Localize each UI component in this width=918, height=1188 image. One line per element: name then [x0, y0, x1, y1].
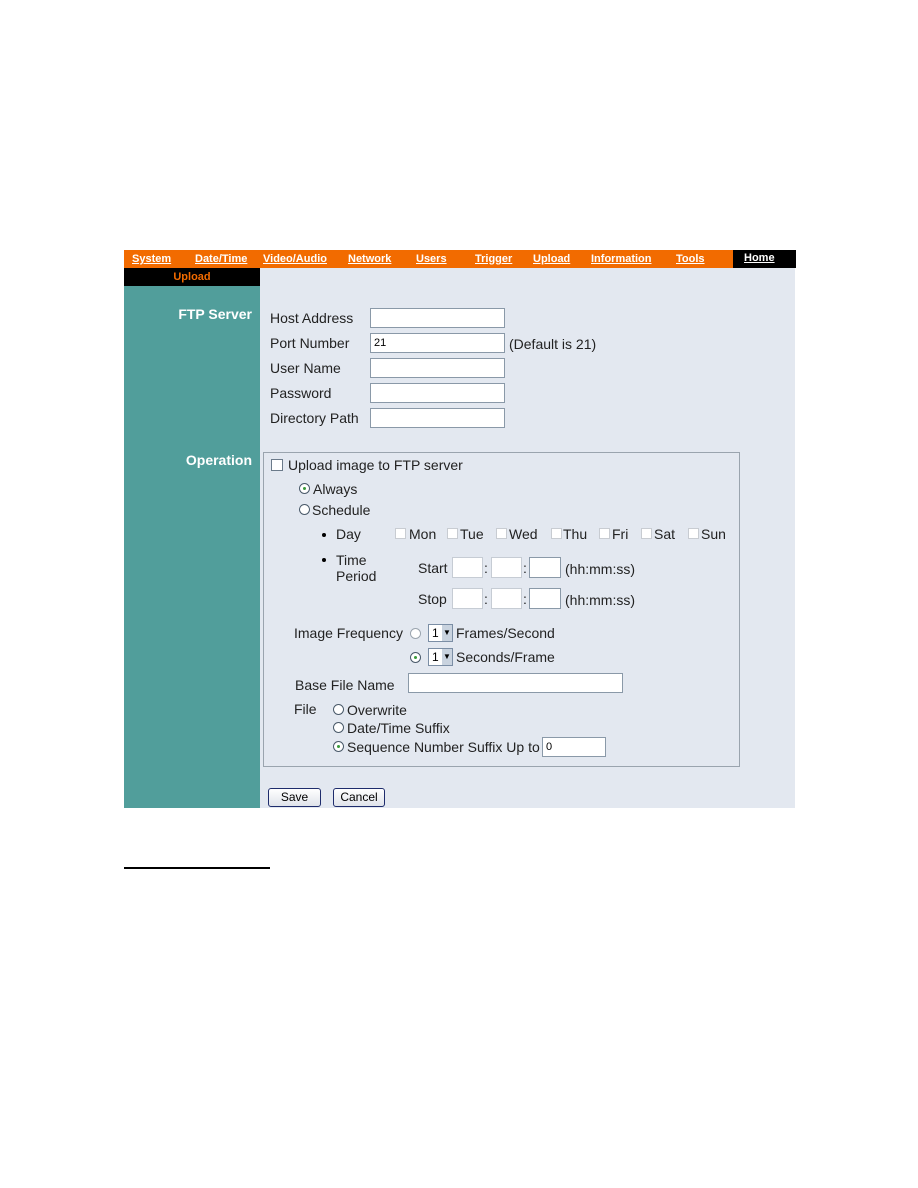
host-label: Host Address [270, 310, 354, 326]
base-input[interactable] [408, 673, 623, 693]
stop-hh-input[interactable] [452, 588, 483, 609]
freq-label: Image Frequency [294, 625, 403, 641]
start-hh-input[interactable] [452, 557, 483, 578]
schedule-label: Schedule [312, 502, 371, 518]
nav-information[interactable]: Information [591, 253, 652, 265]
day-wed-label: Wed [509, 526, 538, 542]
day-tue-checkbox[interactable] [447, 528, 458, 539]
save-button[interactable]: Save [268, 788, 321, 807]
day-sat-label: Sat [654, 526, 676, 542]
datetime-label: Date/Time Suffix [347, 720, 450, 736]
nav-users[interactable]: Users [416, 253, 447, 265]
always-label: Always [313, 481, 358, 497]
day-label: Day [336, 526, 361, 542]
bullet-icon [322, 558, 326, 562]
dir-input[interactable] [370, 408, 505, 428]
sequence-label: Sequence Number Suffix Up to [347, 739, 540, 755]
section-ftp-server: FTP Server [178, 306, 252, 322]
day-thu-checkbox[interactable] [551, 528, 562, 539]
nav-home[interactable]: Home [733, 250, 796, 268]
time-label-2: Period [336, 568, 377, 584]
spf-value: 1 [432, 650, 439, 664]
dir-label: Directory Path [270, 410, 359, 426]
day-thu-label: Thu [563, 526, 588, 542]
day-tue-label: Tue [460, 526, 484, 542]
base-label: Base File Name [295, 677, 395, 693]
stop-label: Stop [418, 591, 447, 607]
sequence-radio[interactable] [333, 741, 344, 752]
chevron-down-icon: ▼ [442, 625, 452, 641]
nav-system[interactable]: System [132, 253, 171, 265]
submenu-upload[interactable]: Upload [124, 268, 260, 286]
nav-video-audio[interactable]: Video/Audio [263, 253, 327, 265]
overwrite-radio[interactable] [333, 704, 344, 715]
port-label: Port Number [270, 335, 350, 351]
stop-mm-input[interactable] [491, 588, 522, 609]
day-sun-checkbox[interactable] [688, 528, 699, 539]
sequence-input[interactable] [542, 737, 606, 757]
colon: : [484, 560, 488, 576]
operation-box [263, 452, 740, 767]
user-input[interactable] [370, 358, 505, 378]
nav-tools[interactable]: Tools [676, 253, 705, 265]
colon: : [484, 591, 488, 607]
port-input[interactable] [370, 333, 505, 353]
start-label: Start [418, 560, 448, 576]
day-sat-checkbox[interactable] [641, 528, 652, 539]
port-hint: (Default is 21) [509, 336, 597, 352]
colon: : [523, 591, 527, 607]
datetime-radio[interactable] [333, 722, 344, 733]
upload-label: Upload image to FTP server [288, 457, 463, 473]
home-link[interactable]: Home [744, 252, 775, 264]
divider [124, 867, 270, 869]
stop-format: (hh:mm:ss) [565, 592, 635, 608]
overwrite-label: Overwrite [347, 702, 407, 718]
time-label-1: Time [336, 552, 367, 568]
day-mon-checkbox[interactable] [395, 528, 406, 539]
nav-trigger[interactable]: Trigger [475, 253, 512, 265]
nav-upload[interactable]: Upload [533, 253, 570, 265]
day-sun-label: Sun [701, 526, 726, 542]
upload-checkbox[interactable] [271, 459, 283, 471]
top-nav: System Date/Time Video/Audio Network Use… [124, 250, 796, 268]
schedule-radio[interactable] [299, 504, 310, 515]
chevron-down-icon: ▼ [442, 649, 452, 665]
day-fri-checkbox[interactable] [599, 528, 610, 539]
user-label: User Name [270, 360, 341, 376]
fps-value: 1 [432, 626, 439, 640]
colon: : [523, 560, 527, 576]
start-format: (hh:mm:ss) [565, 561, 635, 577]
stop-ss-input[interactable] [529, 588, 561, 609]
section-operation: Operation [185, 452, 252, 468]
start-mm-input[interactable] [491, 557, 522, 578]
bullet-icon [322, 533, 326, 537]
password-label: Password [270, 385, 332, 401]
file-label: File [294, 701, 317, 717]
day-wed-checkbox[interactable] [496, 528, 507, 539]
password-input[interactable] [370, 383, 505, 403]
always-radio[interactable] [299, 483, 310, 494]
spf-select[interactable]: 1 ▼ [428, 648, 453, 666]
nav-network[interactable]: Network [348, 253, 391, 265]
fps-select[interactable]: 1 ▼ [428, 624, 453, 642]
fps-radio[interactable] [410, 628, 421, 639]
start-ss-input[interactable] [529, 557, 561, 578]
day-fri-label: Fri [612, 526, 629, 542]
sidebar: FTP Server Operation [124, 286, 260, 808]
host-input[interactable] [370, 308, 505, 328]
fps-unit: Frames/Second [456, 625, 555, 641]
spf-radio[interactable] [410, 652, 421, 663]
nav-date-time[interactable]: Date/Time [195, 253, 247, 265]
spf-unit: Seconds/Frame [456, 649, 555, 665]
cancel-button[interactable]: Cancel [333, 788, 385, 807]
day-mon-label: Mon [409, 526, 437, 542]
